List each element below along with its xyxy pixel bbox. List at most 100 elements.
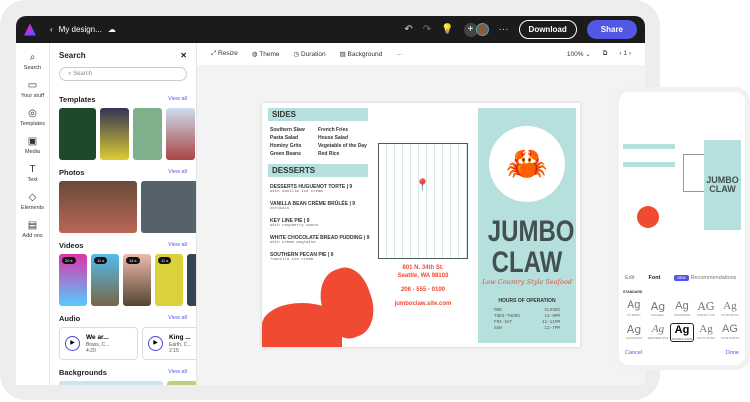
- play-icon[interactable]: ▶: [65, 336, 80, 351]
- text-icon: T: [29, 164, 36, 175]
- duration-label: Duration: [300, 51, 326, 58]
- font-name: RALEWAY: [651, 313, 665, 317]
- audio-card[interactable]: ▶ King ... Earth, C... 2:15: [142, 327, 196, 360]
- rail-label: Media: [25, 149, 40, 155]
- template-thumb[interactable]: [133, 108, 162, 160]
- videos-view-all[interactable]: View all: [168, 241, 187, 250]
- font-option[interactable]: Ag STORYBOOK: [718, 300, 742, 317]
- template-thumb[interactable]: [166, 108, 195, 160]
- redo-icon[interactable]: ↷: [423, 24, 431, 35]
- theme-button[interactable]: ◍ Theme: [252, 50, 280, 58]
- photos-view-all[interactable]: View all: [168, 168, 187, 177]
- font-name: STENCIL STD: [696, 313, 716, 317]
- rail-item-templates[interactable]: ◎ Templates: [16, 108, 49, 127]
- more-icon[interactable]: ···: [499, 24, 509, 35]
- lightbulb-icon[interactable]: 💡: [441, 24, 453, 35]
- backgrounds-view-all[interactable]: View all: [168, 368, 187, 377]
- app-logo[interactable]: [24, 23, 36, 36]
- video-duration: 11 s: [94, 257, 108, 264]
- theme-label: Theme: [259, 51, 280, 58]
- font-option[interactable]: Ag PT MONO: [622, 300, 646, 317]
- photo-thumb[interactable]: [59, 181, 137, 233]
- audio-title: We ar...: [86, 333, 109, 341]
- more-icon[interactable]: ···: [396, 51, 403, 58]
- video-duration: 14 s: [126, 257, 140, 264]
- menu-design[interactable]: SIDES Southern Slaw French Fries Pasta Sal…: [262, 103, 580, 347]
- pages-icon[interactable]: ⧉: [603, 50, 608, 58]
- design-preview: JUMBO CLAW: [623, 140, 741, 230]
- tagline: Low Country Style Seafood: [482, 278, 572, 286]
- media-icon: ▣: [27, 136, 38, 147]
- font-name: SEAWEED SCR: [647, 336, 669, 340]
- play-icon[interactable]: ▶: [148, 336, 163, 351]
- design-title[interactable]: My design...: [59, 25, 102, 34]
- background-label: Background: [347, 51, 383, 58]
- top-bar: ‹ My design... ☁ ↶ ↷ 💡 + ··· Download Sh…: [16, 16, 645, 43]
- template-thumb[interactable]: [59, 108, 96, 160]
- videos-heading: Videos: [59, 241, 84, 250]
- search-panel: Search ✕ ⌕ Search Templates View all Photo…: [50, 43, 197, 385]
- share-button[interactable]: Share: [586, 20, 637, 39]
- template-thumb[interactable]: [100, 108, 129, 160]
- font-option[interactable]: AG TRUE NORTH: [718, 323, 742, 342]
- website: jumboclaw.site.com: [394, 301, 452, 307]
- video-thumb[interactable]: [187, 254, 196, 306]
- undo-icon[interactable]: ↶: [404, 24, 412, 35]
- tab-recommendations[interactable]: NEW Recommendations: [674, 275, 736, 281]
- elements-icon: ◇: [28, 192, 37, 203]
- zoom-select[interactable]: 100% ⌄: [567, 50, 591, 58]
- download-button[interactable]: Download: [518, 20, 577, 39]
- font-option[interactable]: Ag RALEWAY: [646, 300, 670, 317]
- address-line2: Seattle, WA 98103: [397, 273, 449, 279]
- rail-item-media[interactable]: ▣ Media: [16, 136, 49, 155]
- photo-thumb[interactable]: [141, 181, 196, 233]
- rail-item-elements[interactable]: ◇ Elements: [16, 192, 49, 211]
- video-thumb[interactable]: 14 s: [123, 254, 151, 306]
- font-option[interactable]: Ag STINT ULTRA: [694, 323, 718, 342]
- rail-item-your-stuff[interactable]: ▭ Your stuff: [16, 80, 49, 99]
- avatar[interactable]: [475, 23, 489, 36]
- recommendations-label: Recommendations: [690, 275, 737, 281]
- audio-artist: Brass, C...: [86, 341, 110, 348]
- zoom-value: 100%: [566, 51, 584, 58]
- map: 📍: [378, 143, 468, 259]
- page-nav[interactable]: ‹ 1 ›: [619, 50, 631, 58]
- rail-item-text[interactable]: T Text: [16, 164, 49, 183]
- crab-icon: 🦀: [489, 126, 565, 202]
- done-button[interactable]: Done: [726, 350, 739, 356]
- font-option[interactable]: Ag SOURCE SANS: [670, 323, 694, 342]
- canvas-toolbar: ⤢ Resize ◍ Theme ◷ Duration ▨ Background…: [197, 43, 645, 65]
- duration-button[interactable]: ◷ Duration: [294, 50, 326, 58]
- background-thumb[interactable]: [167, 381, 196, 385]
- rail-item-search[interactable]: ⌕ Search: [16, 52, 49, 71]
- resize-button[interactable]: ⤢ Resize: [211, 50, 238, 58]
- new-badge: NEW: [674, 275, 689, 281]
- font-option[interactable]: Ag SEAWEED SCR: [646, 323, 670, 342]
- cancel-button[interactable]: Cancel: [625, 350, 642, 356]
- audio-info: King ... Earth, C... 2:15: [169, 334, 192, 354]
- back-icon[interactable]: ‹: [50, 25, 53, 34]
- close-icon[interactable]: ✕: [180, 51, 187, 61]
- tab-edit[interactable]: Edit: [625, 275, 634, 281]
- background-button[interactable]: ▨ Background: [340, 50, 383, 58]
- video-thumb[interactable]: 20 s: [59, 254, 87, 306]
- side-item: French Fries: [318, 127, 349, 133]
- font-name: STORYBOOK: [721, 313, 739, 317]
- rail-label: Templates: [19, 121, 46, 127]
- audio-card[interactable]: ▶ We ar... Brass, C... 4:20: [59, 327, 138, 360]
- font-option[interactable]: Ag QUICKSAND: [622, 323, 646, 342]
- templates-view-all[interactable]: View all: [168, 95, 187, 104]
- tab-font[interactable]: Font: [648, 275, 660, 281]
- rail-label: Search: [23, 65, 42, 71]
- rail-item-add-ons[interactable]: ▤ Add ons: [16, 220, 49, 239]
- font-option[interactable]: AG STENCIL STD: [694, 300, 718, 317]
- search-input[interactable]: ⌕ Search: [59, 67, 187, 81]
- background-thumb[interactable]: [59, 381, 163, 385]
- hours-heading: HOURS OF OPERATION: [498, 298, 556, 304]
- video-thumb[interactable]: 11 s: [91, 254, 119, 306]
- video-thumb[interactable]: 11 s: [155, 254, 183, 306]
- audio-title: King ...: [169, 333, 191, 341]
- name-line1: JUMBO: [487, 215, 575, 248]
- font-option[interactable]: Ag GRINSTEAD: [670, 300, 694, 317]
- audio-view-all[interactable]: View all: [168, 314, 187, 323]
